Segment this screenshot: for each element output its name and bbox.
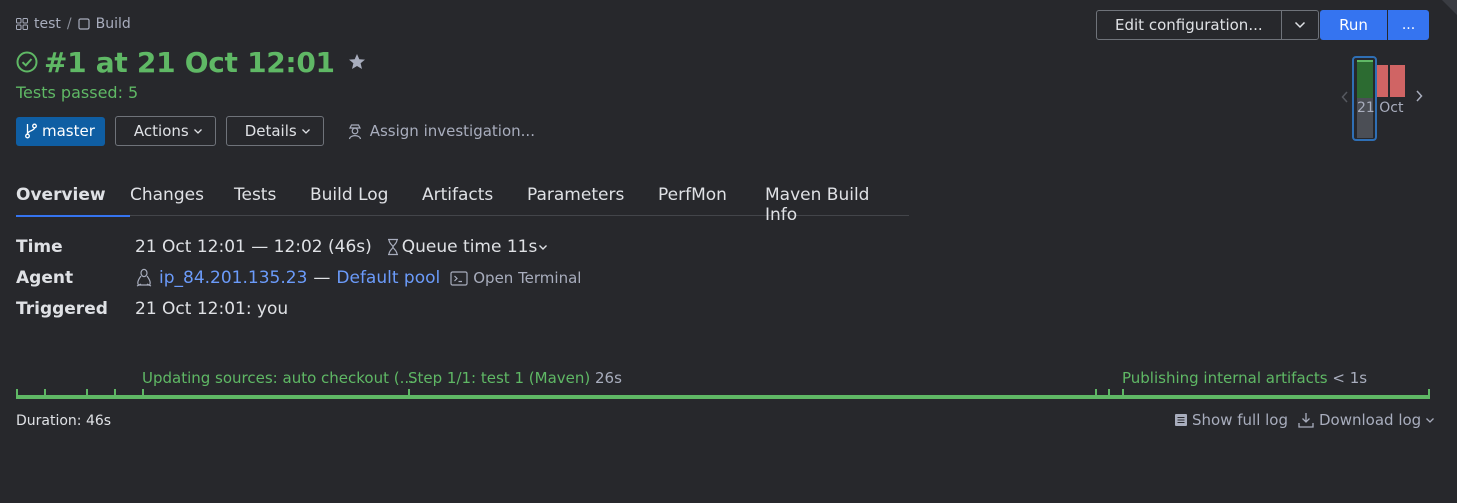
log-icon: [1175, 414, 1187, 426]
duration-text: Duration: 46s: [16, 413, 112, 429]
branch-label: master: [42, 122, 95, 140]
investigator-icon: [348, 124, 361, 140]
breadcrumb-project[interactable]: test: [34, 16, 61, 32]
build-config-icon: [78, 18, 90, 30]
details-label: Details: [244, 122, 297, 140]
breadcrumb: test / Build: [16, 14, 131, 34]
tab-artifacts[interactable]: Artifacts: [422, 180, 527, 216]
timeline-bar: [16, 395, 1430, 399]
agent-separator: —: [313, 268, 331, 288]
chevron-down-icon: [301, 129, 310, 134]
timeline-step-maven-label: Step 1/1: test 1 (Maven): [408, 369, 591, 387]
open-terminal-label: Open Terminal: [473, 269, 582, 287]
history-prev-icon[interactable]: [1340, 90, 1350, 104]
history-selection: [1352, 56, 1377, 141]
success-check-icon: [16, 51, 38, 73]
build-tabs: Overview Changes Tests Build Log Artifac…: [16, 180, 909, 225]
agent-pool-link[interactable]: Default pool: [336, 268, 440, 288]
time-value: 21 Oct 12:01 — 12:02 (46s): [135, 237, 372, 257]
tab-maven-build-info[interactable]: Maven Build Info: [765, 180, 905, 225]
download-icon: [1298, 413, 1314, 428]
tab-overview[interactable]: Overview: [16, 180, 130, 217]
run-group: Run ...: [1320, 10, 1429, 40]
build-actions-row: master Actions Details Assign investigat…: [16, 116, 535, 146]
timeline-step-publish-label: Publishing internal artifacts: [1122, 369, 1328, 387]
timeline-tick: [44, 389, 46, 398]
details-button[interactable]: Details: [225, 116, 324, 146]
breadcrumb-separator: /: [66, 16, 72, 32]
tab-label: Tests: [234, 185, 277, 205]
edit-configuration-group: Edit configuration...: [1096, 10, 1319, 40]
tab-parameters[interactable]: Parameters: [527, 180, 658, 216]
timeline-step-checkout[interactable]: Updating sources: auto checkout (...: [142, 369, 414, 387]
terminal-icon: [450, 270, 468, 286]
star-icon[interactable]: [347, 52, 367, 72]
branch-icon: [25, 123, 37, 139]
assign-investigation-button[interactable]: Assign investigation...: [346, 122, 535, 140]
show-full-log-label: Show full log: [1192, 411, 1288, 429]
tab-changes[interactable]: Changes: [130, 180, 234, 216]
tab-label: PerfMon: [658, 185, 727, 205]
triggered-value: 21 Oct 12:01: you: [135, 299, 289, 319]
agent-name-link[interactable]: ip_84.201.135.23: [159, 268, 307, 288]
chevron-down-icon: [193, 129, 202, 134]
tab-label: Build Log: [310, 185, 389, 205]
chevron-down-icon: [1294, 21, 1305, 29]
branch-button[interactable]: master: [16, 116, 105, 146]
timeline-step-publish-time: < 1s: [1332, 369, 1368, 387]
timeline-tick: [142, 389, 144, 398]
time-label: Time: [16, 237, 63, 257]
chevron-down-icon[interactable]: [538, 243, 548, 251]
history-bar[interactable]: [1390, 65, 1405, 97]
queue-time[interactable]: Queue time 11s: [402, 237, 538, 257]
timeline-tick: [408, 389, 410, 398]
edit-dropdown-button[interactable]: [1282, 11, 1318, 39]
tab-label: Maven Build Info: [765, 185, 870, 225]
actions-button[interactable]: Actions: [114, 116, 216, 146]
edit-configuration-button[interactable]: Edit configuration...: [1097, 11, 1282, 39]
tab-label: Artifacts: [422, 185, 494, 205]
tab-label: Changes: [130, 185, 204, 205]
timeline-tick: [114, 389, 116, 398]
breadcrumb-config[interactable]: Build: [96, 16, 131, 32]
timeline-step-maven-time: 26s: [595, 369, 622, 387]
timeline-step-maven[interactable]: Step 1/1: test 1 (Maven) 26s: [408, 369, 622, 387]
assign-label: Assign investigation...: [369, 122, 535, 140]
build-header: #1 at 21 Oct 12:01: [16, 44, 367, 80]
time-row: 21 Oct 12:01 — 12:02 (46s) Queue time 11…: [135, 237, 548, 257]
timeline-tick: [1122, 389, 1124, 398]
agent-label: Agent: [16, 268, 74, 288]
show-full-log-button[interactable]: Show full log: [1174, 411, 1288, 429]
history-date-label: 21 Oct: [1357, 100, 1404, 116]
open-terminal-button[interactable]: Open Terminal: [450, 269, 581, 287]
tab-tests[interactable]: Tests: [234, 180, 310, 216]
build-status-text[interactable]: Tests passed: 5: [16, 83, 138, 102]
tab-build-log[interactable]: Build Log: [310, 180, 422, 216]
resize-corner-icon: [1442, 0, 1457, 15]
agent-row: ip_84.201.135.23 — Default pool Open Ter…: [135, 268, 581, 288]
tab-label: Overview: [16, 185, 106, 205]
download-log-button[interactable]: Download log: [1297, 411, 1435, 429]
timeline-tick: [1108, 389, 1110, 398]
linux-icon: [136, 268, 152, 287]
download-log-label: Download log: [1319, 411, 1422, 429]
build-title: #1 at 21 Oct 12:01: [44, 45, 335, 79]
run-options-button[interactable]: ...: [1388, 10, 1429, 40]
timeline-step-publish[interactable]: Publishing internal artifacts < 1s: [1122, 369, 1367, 387]
chevron-down-icon: [1426, 418, 1435, 423]
history-next-icon[interactable]: [1414, 89, 1424, 103]
timeline-tick: [1428, 389, 1430, 398]
project-grid-icon: [16, 18, 28, 30]
hourglass-icon: [387, 238, 398, 256]
actions-label: Actions: [133, 122, 189, 140]
timeline-tick: [16, 389, 18, 398]
timeline-tick: [1095, 389, 1097, 398]
tab-label: Parameters: [527, 185, 625, 205]
triggered-label: Triggered: [16, 299, 108, 319]
tab-perfmon[interactable]: PerfMon: [658, 180, 765, 216]
run-button[interactable]: Run: [1320, 10, 1388, 40]
timeline-tick: [86, 389, 88, 398]
